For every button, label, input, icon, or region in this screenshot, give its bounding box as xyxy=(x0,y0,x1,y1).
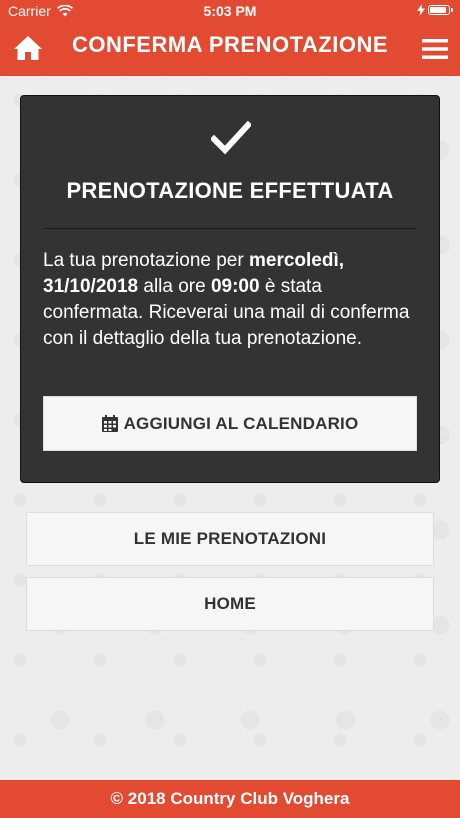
confirmation-card: PRENOTAZIONE EFFETTUATA La tua prenotazi… xyxy=(20,95,440,483)
home-button[interactable]: HOME xyxy=(26,577,434,631)
battery-level xyxy=(430,7,446,13)
confirmation-title: PRENOTAZIONE EFFETTUATA xyxy=(66,178,394,203)
divider xyxy=(43,228,417,229)
home-label: HOME xyxy=(204,594,256,613)
confirmation-message: La tua prenotazione per mercoledì, 31/10… xyxy=(43,248,417,352)
footer-copyright: © 2018 Country Club Voghera xyxy=(110,789,350,808)
status-bar: Carrier 5:03 PM xyxy=(0,0,460,22)
message-text: alla ore xyxy=(138,276,211,297)
check-icon xyxy=(211,120,251,155)
battery-icon xyxy=(428,5,453,15)
menu-icon[interactable] xyxy=(422,38,448,60)
page-title: CONFERMA PRENOTAZIONE xyxy=(71,32,389,57)
calendar-icon xyxy=(101,415,118,432)
my-bookings-label: LE MIE PRENOTAZIONI xyxy=(133,529,327,548)
status-time: 5:03 PM xyxy=(203,3,257,19)
app-header: Carrier 5:03 PM CONFERMA PRENOTAZIONE xyxy=(0,0,460,76)
home-icon[interactable] xyxy=(12,34,44,62)
message-text: La tua prenotazione per xyxy=(43,250,249,271)
add-to-calendar-label: AGGIUNGI AL CALENDARIO xyxy=(123,413,359,433)
booking-time: 09:00 xyxy=(210,276,260,297)
charging-icon xyxy=(417,4,425,16)
footer: © 2018 Country Club Voghera xyxy=(0,780,460,818)
add-to-calendar-button[interactable]: AGGIUNGI AL CALENDARIO xyxy=(43,396,417,451)
my-bookings-button[interactable]: LE MIE PRENOTAZIONI xyxy=(26,512,434,566)
